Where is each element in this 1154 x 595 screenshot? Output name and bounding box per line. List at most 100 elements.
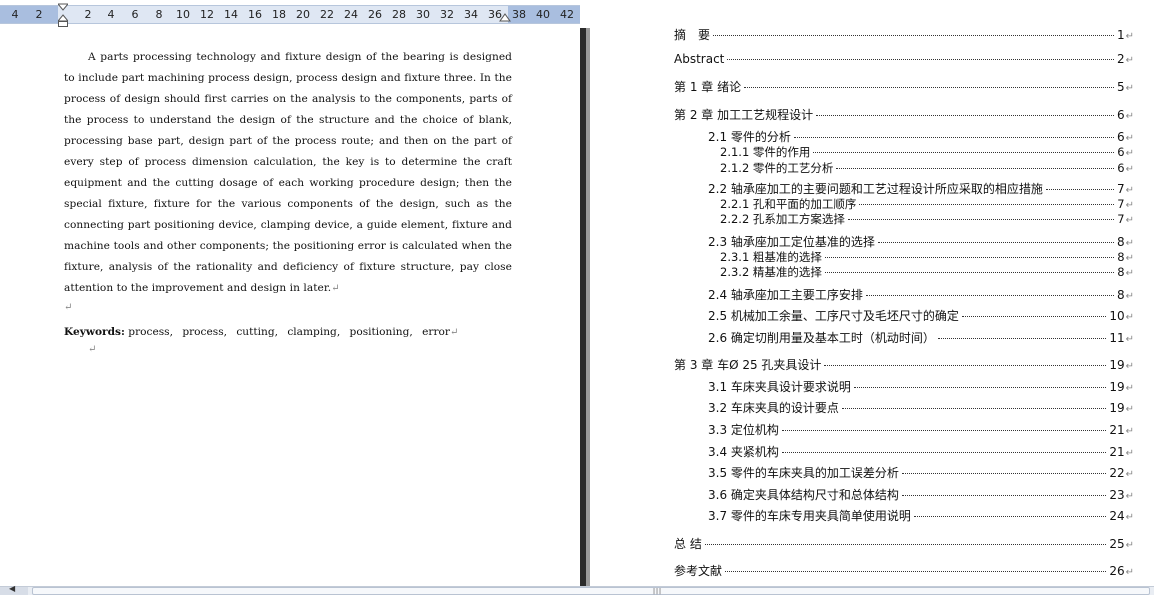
toc-dot-leader [847, 219, 1115, 220]
toc-entry-page: 19 [1109, 358, 1125, 372]
ruler-number: 16 [248, 8, 262, 21]
ruler-number: 4 [11, 8, 19, 21]
toc-entry[interactable]: 第 3 章 车Ø 25 孔夹具设计 19 ↵ [674, 356, 1134, 373]
ruler-number: 14 [224, 8, 238, 21]
ruler-number: 20 [296, 8, 310, 21]
keywords-label: Keywords: [64, 326, 125, 338]
toc-dot-leader [793, 137, 1114, 138]
toc-entry-title: 2.2.2 孔系加工方案选择 [720, 212, 845, 226]
toc-entry[interactable]: 3.2 车床夹具的设计要点 19 ↵ [708, 399, 1134, 416]
toc-dot-leader [836, 168, 1115, 169]
toc-entry-page: 2 [1116, 52, 1125, 66]
scroll-left-button[interactable]: ◀ [0, 584, 28, 595]
toc-entry-page: 24 [1109, 509, 1125, 523]
toc-dot-leader [824, 365, 1107, 366]
toc-entry[interactable]: 2.2 轴承座加工的主要问题和工艺过程设计所应采取的相应措施 7 ↵ [708, 180, 1134, 197]
horizontal-scrollbar[interactable]: ◀ ||| [0, 584, 1154, 595]
ruler-bar: 4 2 2 4 6 8 10 12 14 16 18 20 22 24 26 2… [0, 5, 580, 24]
keywords-line: Keywords: process, process, cutting, cla… [64, 322, 512, 343]
toc-entry-page: 7 [1117, 212, 1125, 226]
toc-entry-page: 21 [1109, 445, 1125, 459]
ruler-number: 2 [35, 8, 43, 21]
right-indent-marker-icon[interactable] [499, 13, 511, 25]
scrollbar-thumb[interactable]: ||| [32, 587, 1150, 595]
toc-dot-leader [781, 430, 1107, 431]
toc-entry[interactable]: Abstract 2 ↵ [674, 52, 1134, 66]
toc-entry[interactable]: 2.2.1 孔和平面的加工顺序 7 ↵ [720, 196, 1134, 212]
toc-dot-leader [913, 516, 1107, 517]
paragraph-mark-icon: ↵ [88, 344, 97, 355]
toc-entry-title: 2.1 零件的分析 [708, 130, 791, 144]
toc-entry-title: 3.3 定位机构 [708, 423, 779, 437]
toc-entry[interactable]: 2.3.1 粗基准的选择 8 ↵ [720, 249, 1134, 265]
toc-entry[interactable]: 2.3.2 精基准的选择 8 ↵ [720, 264, 1134, 280]
toc-dot-leader [937, 338, 1107, 339]
left-document-page[interactable]: A parts processing technology and fixtur… [0, 28, 580, 586]
ruler-number: 22 [320, 8, 334, 21]
table-of-contents[interactable]: 摘 要 1 ↵ Abstract 2 ↵ 第 1 章 绪论 5 ↵ 第 2 章 加工工艺规程设计 6… [592, 0, 1154, 586]
paragraph-mark-icon: ↵ [1125, 268, 1134, 279]
paragraph-mark-icon: ↵ [449, 327, 459, 338]
toc-entry[interactable]: 参考文献 26 ↵ [674, 562, 1134, 579]
toc-entry-title: 3.2 车床夹具的设计要点 [708, 401, 839, 415]
toc-entry[interactable]: 2.5 机械加工余量、工序尺寸及毛坯尺寸的确定 10 ↵ [708, 307, 1134, 324]
toc-entry[interactable]: 3.3 定位机构 21 ↵ [708, 421, 1134, 438]
toc-entry[interactable]: 2.1 零件的分析 6 ↵ [708, 128, 1134, 145]
toc-dot-leader [704, 544, 1107, 545]
toc-entry-title: 2.5 机械加工余量、工序尺寸及毛坯尺寸的确定 [708, 309, 959, 323]
paragraph-mark-icon: ↵ [1125, 404, 1134, 415]
paragraph-mark-icon: ↵ [1125, 238, 1134, 249]
ruler-number: 32 [440, 8, 454, 21]
toc-dot-leader [725, 571, 1107, 572]
paragraph-mark-icon: ↵ [1125, 567, 1134, 578]
toc-entry-title: 2.3.2 精基准的选择 [720, 265, 822, 279]
toc-entry-page: 5 [1116, 80, 1125, 94]
toc-entry-page: 21 [1109, 423, 1125, 437]
paragraph-mark-icon: ↵ [1125, 334, 1134, 345]
ruler-number: 42 [560, 8, 574, 21]
toc-entry-title: 第 2 章 加工工艺规程设计 [674, 108, 814, 122]
ruler-number: 6 [131, 8, 139, 21]
paragraph-mark-icon: ↵ [1125, 185, 1134, 196]
toc-entry[interactable]: 3.4 夹紧机构 21 ↵ [708, 443, 1134, 460]
toc-dot-leader [824, 272, 1115, 273]
toc-entry-page: 6 [1117, 161, 1125, 175]
indent-marker-icon[interactable] [58, 3, 68, 27]
page-divider [580, 28, 592, 586]
toc-entry[interactable]: 3.5 零件的车床夹具的加工误差分析 22 ↵ [708, 464, 1134, 481]
toc-entry[interactable]: 3.1 车床夹具设计要求说明 19 ↵ [708, 378, 1134, 395]
paragraph-mark-icon: ↵ [1125, 215, 1134, 226]
toc-entry[interactable]: 2.4 轴承座加工主要工序安排 8 ↵ [708, 286, 1134, 303]
ruler-number: 2 [84, 8, 92, 21]
toc-entry[interactable]: 2.2.2 孔系加工方案选择 7 ↵ [720, 211, 1134, 227]
toc-entry[interactable]: 2.1.2 零件的工艺分析 6 ↵ [720, 160, 1134, 176]
paragraph-mark-icon: ↵ [1125, 361, 1134, 372]
toc-dot-leader [813, 152, 1115, 153]
toc-entry[interactable]: 2.6 确定切削用量及基本工时（机动时间） 11 ↵ [708, 329, 1134, 346]
paragraph-mark-icon: ↵ [1125, 253, 1134, 264]
paragraph-mark-icon: ↵ [1125, 148, 1134, 159]
toc-entry-page: 6 [1116, 108, 1125, 122]
paragraph-mark-icon: ↵ [1125, 512, 1134, 523]
toc-entry-title: 2.1.2 零件的工艺分析 [720, 161, 834, 175]
toc-entry[interactable]: 第 2 章 加工工艺规程设计 6 ↵ [674, 106, 1134, 123]
toc-entry-title: 参考文献 [674, 564, 723, 578]
toc-dot-leader [816, 115, 1114, 116]
ruler-number: 8 [155, 8, 163, 21]
toc-entry-page: 1 [1116, 28, 1125, 42]
ruler-number: 12 [200, 8, 214, 21]
toc-entry[interactable]: 3.6 确定夹具体结构尺寸和总体结构 23 ↵ [708, 486, 1134, 503]
abstract-paragraph: A parts processing technology and fixtur… [64, 47, 512, 299]
paragraph-mark-icon: ↵ [1125, 540, 1134, 551]
toc-entry[interactable]: 总 结 25 ↵ [674, 535, 1134, 552]
toc-entry-page: 10 [1109, 309, 1125, 323]
horizontal-ruler[interactable]: 4 2 2 4 6 8 10 12 14 16 18 20 22 24 26 2… [0, 0, 580, 28]
toc-entry-title: 3.5 零件的车床夹具的加工误差分析 [708, 466, 899, 480]
toc-entry[interactable]: 摘 要 1 ↵ [674, 26, 1134, 43]
toc-entry[interactable]: 2.1.1 零件的作用 6 ↵ [720, 144, 1134, 160]
toc-entry[interactable]: 3.7 零件的车床专用夹具简单使用说明 24 ↵ [708, 507, 1134, 524]
paragraph-mark-icon: ↵ [1125, 31, 1134, 42]
toc-entry-title: 第 3 章 车Ø 25 孔夹具设计 [674, 358, 822, 372]
toc-entry[interactable]: 2.3 轴承座加工定位基准的选择 8 ↵ [708, 233, 1134, 250]
toc-entry[interactable]: 第 1 章 绪论 5 ↵ [674, 78, 1134, 95]
